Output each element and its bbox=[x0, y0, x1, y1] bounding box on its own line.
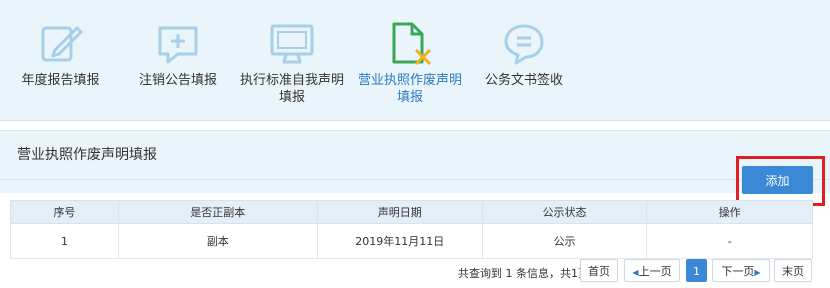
nav-item-cancel-notice[interactable]: 注销公告填报 bbox=[128, 0, 228, 120]
nav-label-line: 执行标准自我声明 bbox=[239, 73, 344, 88]
nav-label: 年度报告填报 bbox=[21, 73, 100, 88]
cell-index: 1 bbox=[10, 223, 119, 259]
next-label: 下一页 bbox=[721, 265, 755, 278]
cell-copy-type: 副本 bbox=[117, 223, 318, 259]
cell-date: 2019年11月11日 bbox=[316, 223, 483, 259]
nav-item-document-receipt[interactable]: 公务文书签收 bbox=[474, 0, 574, 120]
nav-item-standard-declaration[interactable]: 执行标准自我声明 填报 bbox=[236, 0, 348, 120]
column-header: 操作 bbox=[646, 200, 813, 224]
column-header: 声明日期 bbox=[316, 200, 483, 224]
nav-panel: 年度报告填报 注销公告填报 执行标准自我声明 填报 营业执照作废声明 填报 公务… bbox=[0, 0, 830, 121]
caret-right-icon: ▶ bbox=[754, 268, 761, 277]
divider bbox=[0, 179, 830, 180]
edit-icon bbox=[41, 26, 82, 62]
table-header-row: 序号 是否正副本 声明日期 公示状态 操作 bbox=[10, 200, 813, 224]
declaration-table: 序号 是否正副本 声明日期 公示状态 操作 1 副本 2019年11月11日 公… bbox=[10, 200, 813, 259]
nav-label: 公务文书签收 bbox=[484, 73, 563, 88]
next-page-button[interactable]: 下一页▶ bbox=[712, 259, 770, 282]
column-header: 公示状态 bbox=[481, 200, 648, 224]
add-button[interactable]: 添加 bbox=[742, 166, 813, 194]
nav-label: 营业执照作废声明 填报 bbox=[354, 72, 466, 106]
add-message-icon bbox=[158, 26, 198, 64]
nav-item-license-cancel[interactable]: 营业执照作废声明 填报 bbox=[354, 0, 466, 120]
cell-action: - bbox=[646, 223, 813, 259]
nav-label: 注销公告填报 bbox=[138, 73, 217, 88]
nav-label-line: 填报 bbox=[278, 90, 305, 105]
column-header: 是否正副本 bbox=[117, 200, 318, 224]
prev-label: 上一页 bbox=[638, 265, 672, 278]
column-header: 序号 bbox=[10, 200, 119, 224]
nav-label: 执行标准自我声明 填报 bbox=[236, 72, 348, 106]
cell-status: 公示 bbox=[481, 223, 648, 259]
nav-label-line: 填报 bbox=[396, 90, 423, 105]
nav-label-line: 营业执照作废声明 bbox=[357, 73, 462, 88]
document-cancel-icon bbox=[392, 22, 432, 66]
nav-item-annual-report[interactable]: 年度报告填报 bbox=[8, 0, 113, 120]
first-page-button[interactable]: 首页 bbox=[580, 259, 618, 282]
pager-info: 共查询到 1 条信息，共1页 bbox=[458, 267, 589, 280]
form-section: 营业执照作废声明填报 bbox=[0, 130, 830, 193]
page-number-button[interactable]: 1 bbox=[686, 259, 707, 282]
section-title: 营业执照作废声明填报 bbox=[17, 147, 157, 163]
message-icon bbox=[504, 24, 544, 65]
table-row: 1 副本 2019年11月11日 公示 - bbox=[10, 223, 813, 259]
last-page-button[interactable]: 末页 bbox=[774, 259, 812, 282]
prev-page-button[interactable]: ◀上一页 bbox=[624, 259, 680, 282]
monitor-icon bbox=[270, 24, 314, 64]
